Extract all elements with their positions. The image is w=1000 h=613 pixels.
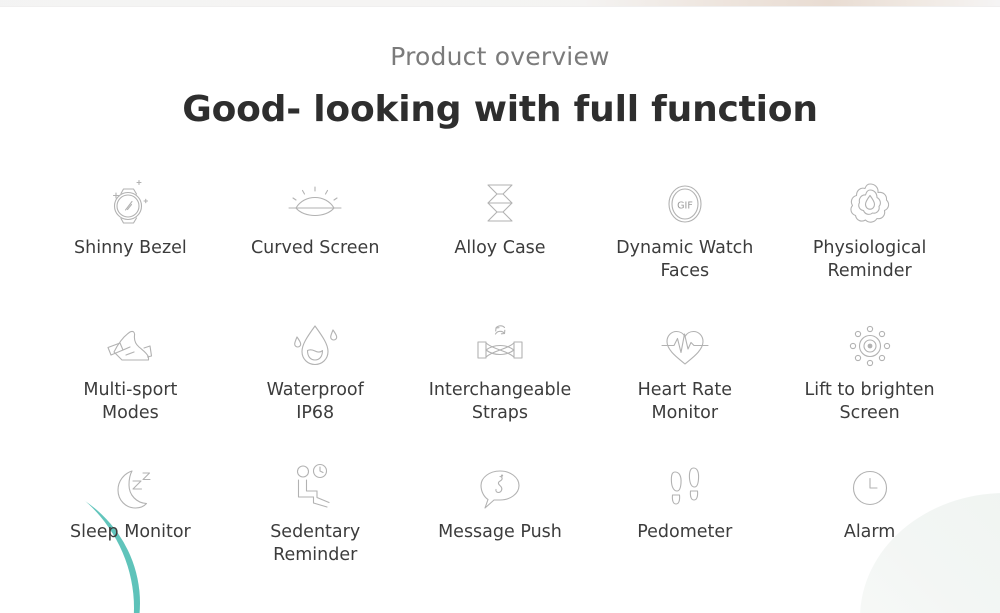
feature-item-multi-sport-modes: Multi-sport Modes bbox=[38, 316, 223, 446]
heart-rate-pulse-icon bbox=[654, 316, 716, 378]
feature-item-sleep-monitor: Sleep Monitor bbox=[38, 458, 223, 588]
alarm-clock-icon bbox=[839, 458, 901, 520]
feature-item-waterproof: Waterproof IP68 bbox=[223, 316, 408, 446]
gif-badge-text: GIF bbox=[677, 201, 693, 212]
pedometer-footprints-icon bbox=[654, 458, 716, 520]
feature-label: Waterproof IP68 bbox=[266, 380, 364, 424]
feature-label: Sedentary Reminder bbox=[270, 522, 361, 566]
feature-item-shinny-bezel: Shinny Bezel bbox=[38, 174, 223, 304]
product-overview-page: Product overview Good- looking with full… bbox=[0, 0, 1000, 613]
sleep-moon-zzz-icon bbox=[99, 458, 161, 520]
feature-item-alloy-case: Alloy Case bbox=[408, 174, 593, 304]
feature-label: Alloy Case bbox=[454, 238, 546, 259]
feature-label: Lift to brighten Screen bbox=[804, 380, 935, 424]
page-title: Good- looking with full function bbox=[182, 88, 818, 130]
interchangeable-straps-icon bbox=[469, 316, 531, 378]
shinny-bezel-watch-icon bbox=[99, 174, 161, 236]
feature-label: Alarm bbox=[843, 522, 896, 543]
curved-screen-lens-icon bbox=[284, 174, 346, 236]
alloy-case-layers-icon bbox=[469, 174, 531, 236]
feature-item-heart-rate-monitor: Heart Rate Monitor bbox=[592, 316, 777, 446]
feature-item-curved-screen: Curved Screen bbox=[223, 174, 408, 304]
sedentary-seated-clock-icon bbox=[284, 458, 346, 520]
feature-label: Sleep Monitor bbox=[70, 522, 191, 543]
waterproof-droplet-icon bbox=[284, 316, 346, 378]
section-eyebrow: Product overview bbox=[390, 42, 610, 71]
feature-label: Shinny Bezel bbox=[74, 238, 187, 259]
feature-item-alarm: Alarm bbox=[777, 458, 962, 588]
dynamic-watch-faces-gif-icon: GIF bbox=[654, 174, 716, 236]
feature-label: Curved Screen bbox=[250, 238, 380, 259]
feature-label: Pedometer bbox=[637, 522, 733, 543]
feature-item-pedometer: Pedometer bbox=[592, 458, 777, 588]
feature-item-message-push: Message Push bbox=[408, 458, 593, 588]
feature-label: Dynamic Watch Faces bbox=[616, 238, 754, 282]
feature-item-physiological-reminder: Physiological Reminder bbox=[777, 174, 962, 304]
physiological-flower-icon bbox=[839, 174, 901, 236]
feature-label: Interchangeable Straps bbox=[428, 380, 572, 424]
feature-grid: Shinny Bezel Curved Screen Alloy Case GI… bbox=[0, 174, 1000, 588]
feature-item-sedentary-reminder: Sedentary Reminder bbox=[223, 458, 408, 588]
feature-item-interchangeable-straps: Interchangeable Straps bbox=[408, 316, 593, 446]
multi-sport-shoe-icon bbox=[99, 316, 161, 378]
feature-item-dynamic-watch-faces: GIF Dynamic Watch Faces bbox=[592, 174, 777, 304]
message-push-bubble-icon bbox=[469, 458, 531, 520]
feature-label: Multi-sport Modes bbox=[83, 380, 178, 424]
feature-label: Physiological Reminder bbox=[812, 238, 927, 282]
feature-label: Message Push bbox=[438, 522, 562, 543]
feature-item-lift-to-brighten-screen: Lift to brighten Screen bbox=[777, 316, 962, 446]
lift-to-brighten-sun-icon bbox=[839, 316, 901, 378]
feature-label: Heart Rate Monitor bbox=[637, 380, 732, 424]
